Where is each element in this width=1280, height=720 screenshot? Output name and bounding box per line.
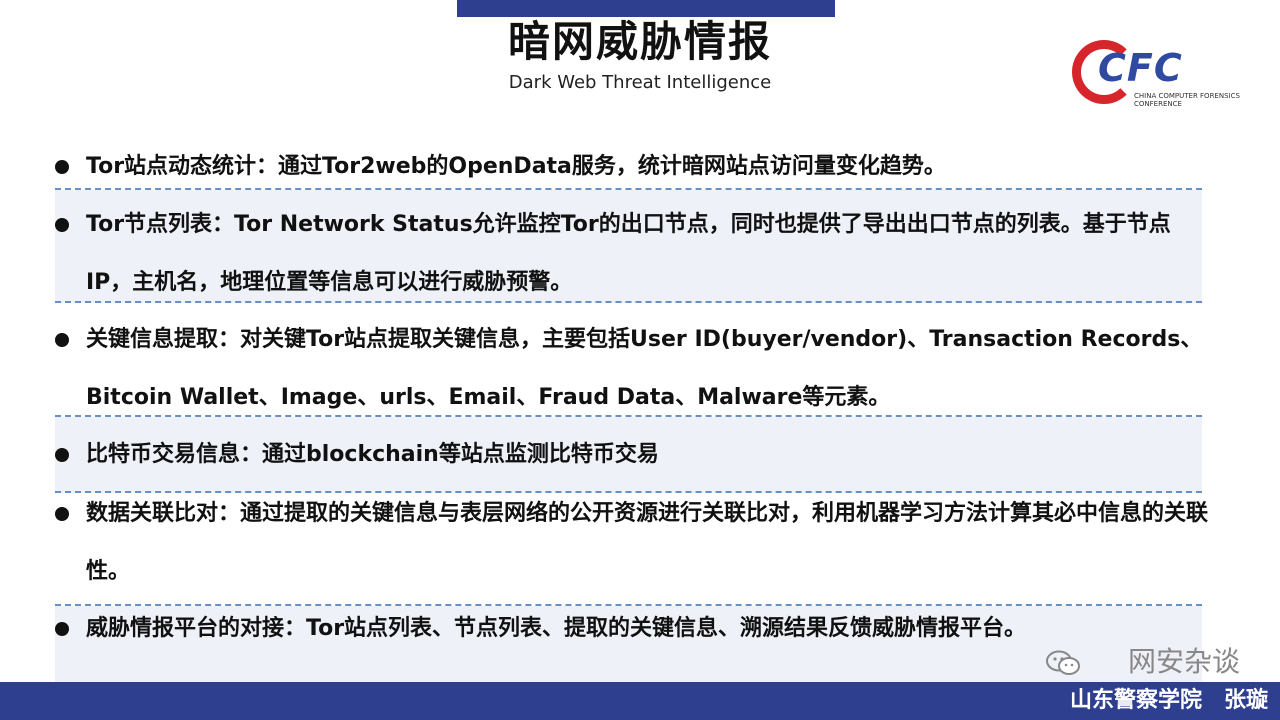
list-item-text: Tor站点动态统计：通过Tor2web的OpenData服务，统计暗网站点访问量… [86, 154, 946, 179]
wechat-icon [1046, 650, 1080, 675]
watermark-text: 网安杂谈 [1127, 645, 1240, 678]
bullet-icon [55, 160, 69, 174]
list-item-text: 比特币交易信息：通过blockchain等站点监测比特币交易 [86, 442, 659, 467]
list-item: 数据关联比对：通过提取的关键信息与表层网络的公开资源进行关联比对，利用机器学习方… [55, 485, 1210, 601]
list-item: 比特币交易信息：通过blockchain等站点监测比特币交易 [55, 426, 1210, 484]
bullet-icon [55, 448, 69, 462]
bullet-icon [55, 507, 69, 521]
list-item: Tor站点动态统计：通过Tor2web的OpenData服务，统计暗网站点访问量… [55, 138, 1210, 196]
bullet-icon [55, 622, 69, 636]
list-item: Tor节点列表：Tor Network Status允许监控Tor的出口节点，同… [55, 196, 1210, 312]
footer-author: 山东警察学院 张璇 [1069, 688, 1268, 713]
list-item-text: 威胁情报平台的对接：Tor站点列表、节点列表、提取的关键信息、溯源结果反馈威胁情… [86, 616, 1027, 641]
list-item-text: 数据关联比对：通过提取的关键信息与表层网络的公开资源进行关联比对，利用机器学习方… [86, 501, 1209, 584]
footer-bar: 山东警察学院 张璇 [0, 682, 1280, 720]
list-item: 关键信息提取：对关键Tor站点提取关键信息，主要包括User ID(buyer/… [55, 311, 1210, 427]
bullet-icon [55, 333, 69, 347]
bullet-icon [55, 218, 69, 232]
list-item: 威胁情报平台的对接：Tor站点列表、节点列表、提取的关键信息、溯源结果反馈威胁情… [55, 600, 1210, 658]
list-item-text: 关键信息提取：对关键Tor站点提取关键信息，主要包括User ID(buyer/… [86, 327, 1203, 410]
bullet-list: Tor站点动态统计：通过Tor2web的OpenData服务，统计暗网站点访问量… [0, 0, 1280, 720]
list-item-text: Tor节点列表：Tor Network Status允许监控Tor的出口节点，同… [86, 212, 1171, 295]
